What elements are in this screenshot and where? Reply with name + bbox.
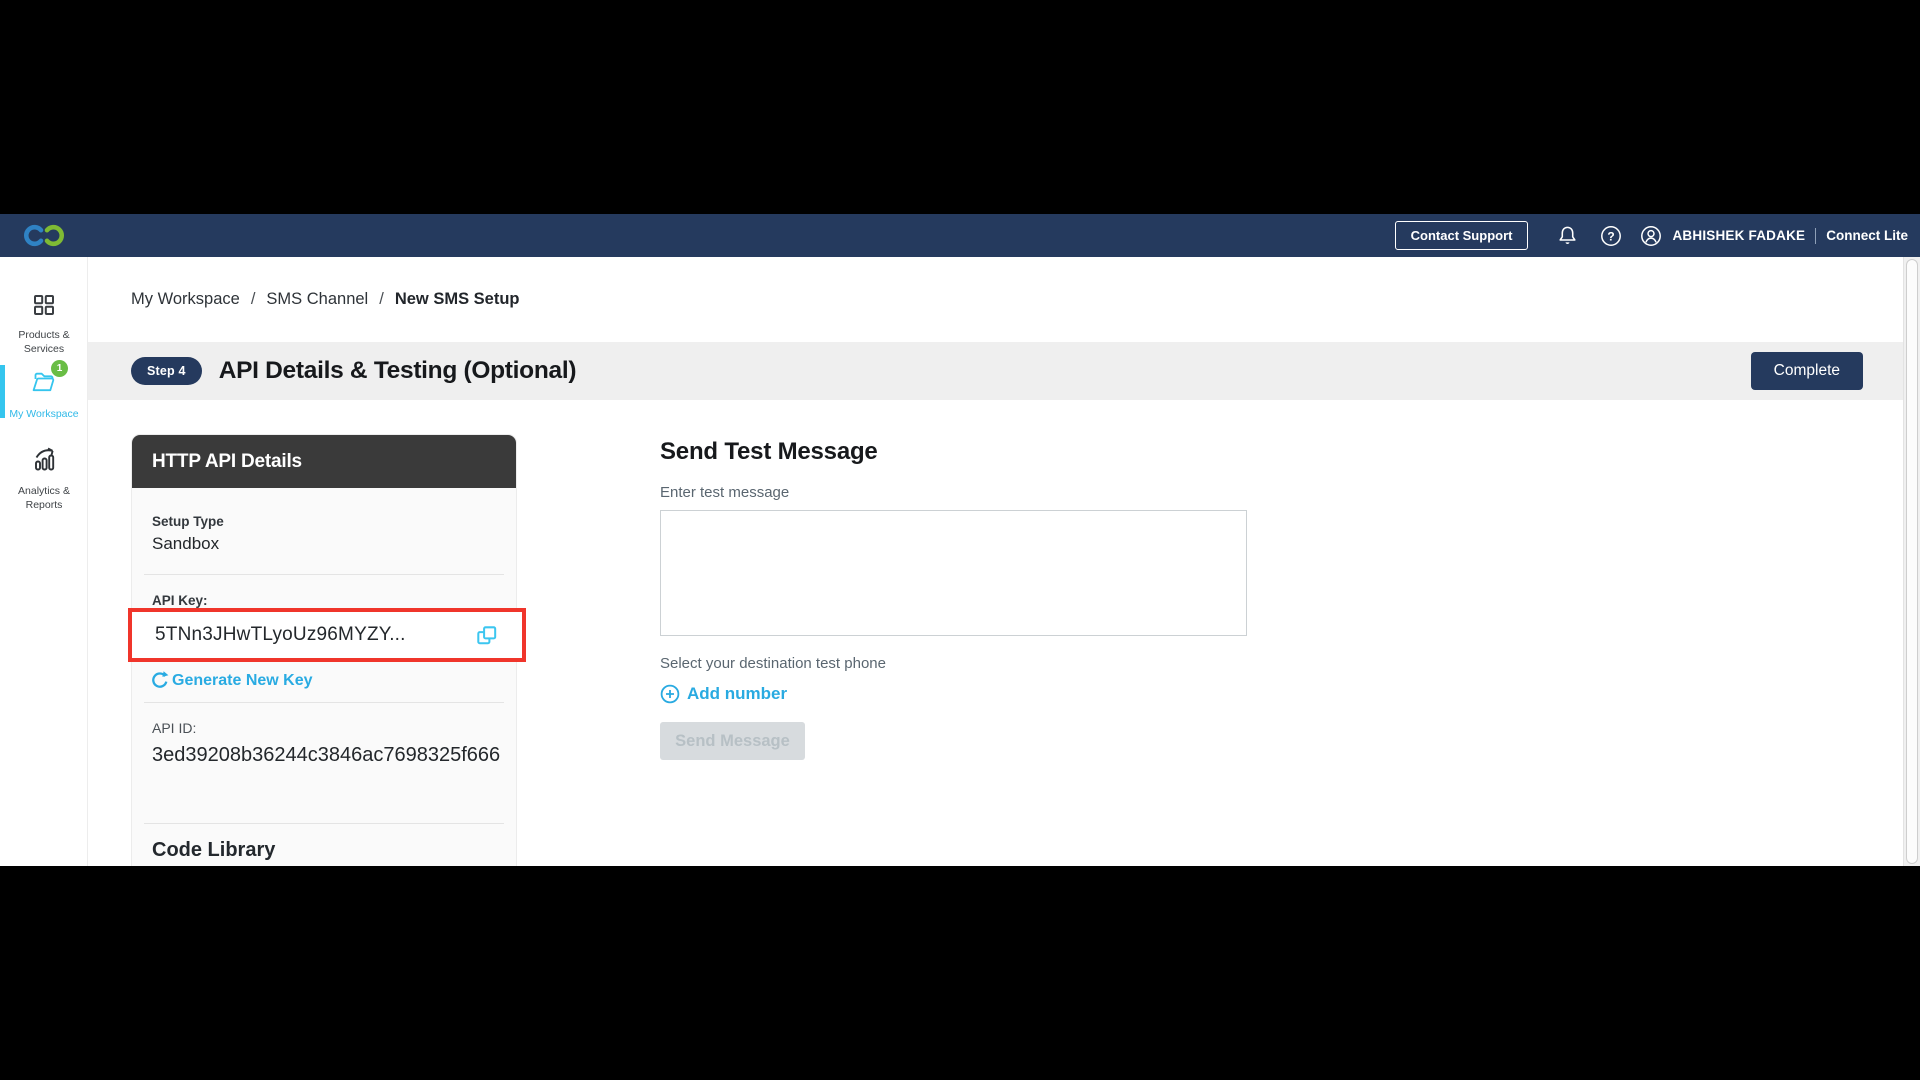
destination-phone-label: Select your destination test phone [660, 655, 886, 672]
breadcrumb: My Workspace / SMS Channel / New SMS Set… [131, 290, 520, 309]
api-key-label: API Key: [152, 593, 208, 608]
generate-new-key-link[interactable]: Generate New Key [149, 670, 313, 691]
user-name[interactable]: ABHISHEK FADAKE [1672, 228, 1805, 243]
add-number-label: Add number [687, 684, 787, 704]
breadcrumb-current-page: New SMS Setup [395, 290, 520, 309]
bar-chart-icon [30, 445, 59, 479]
step-header-bar: Step 4 API Details & Testing (Optional) … [88, 342, 1903, 400]
plan-name: Connect Lite [1826, 228, 1908, 243]
folder-icon [29, 384, 59, 401]
vertical-scrollbar [1903, 257, 1920, 866]
breadcrumb-separator: / [379, 290, 384, 309]
header-divider [1815, 228, 1816, 244]
complete-button[interactable]: Complete [1751, 352, 1863, 390]
sidebar-item-label: Products & Services [7, 329, 81, 356]
user-avatar-icon[interactable] [1638, 223, 1664, 249]
setup-type-label: Setup Type [152, 514, 224, 529]
sidebar-item-products-services[interactable]: Products & Services [0, 292, 88, 356]
content-area: Products & Services 1 My Workspace [0, 257, 1920, 866]
http-api-details-panel: HTTP API Details Setup Type Sandbox API … [131, 434, 517, 866]
sidebar-item-label: My Workspace [7, 408, 81, 422]
send-message-button[interactable]: Send Message [660, 722, 805, 760]
sidebar-item-analytics-reports[interactable]: Analytics & Reports [0, 445, 88, 512]
api-key-highlight-box: 5TNn3JHwTLyoUz96MYZY... [128, 608, 526, 662]
sidebar-item-label: Analytics & Reports [7, 485, 81, 512]
step-badge: Step 4 [131, 357, 202, 385]
panel-header: HTTP API Details [132, 435, 516, 488]
app-header: Contact Support ? [0, 214, 1920, 257]
code-library-heading: Code Library [152, 839, 275, 862]
refresh-icon [149, 670, 170, 691]
notifications-bell-icon[interactable] [1554, 223, 1580, 249]
setup-type-value: Sandbox [152, 534, 219, 554]
breadcrumb-my-workspace[interactable]: My Workspace [131, 290, 240, 309]
breadcrumb-sms-channel[interactable]: SMS Channel [266, 290, 368, 309]
generate-new-key-label: Generate New Key [172, 672, 313, 690]
divider [144, 574, 504, 575]
divider [144, 823, 504, 824]
grid-icon [31, 292, 57, 323]
add-number-link[interactable]: Add number [660, 684, 787, 704]
workspace-count-badge: 1 [51, 360, 68, 377]
brand-logo-icon [22, 222, 66, 249]
contact-support-button[interactable]: Contact Support [1395, 221, 1529, 250]
api-key-value: 5TNn3JHwTLyoUz96MYZY... [155, 624, 406, 646]
send-test-message-section: Send Test Message Enter test message Sel… [660, 438, 1250, 838]
api-id-value: 3ed39208b36244c3846ac7698325f666 [152, 741, 502, 770]
breadcrumb-separator: / [251, 290, 256, 309]
test-message-label: Enter test message [660, 484, 789, 501]
app-screen: Contact Support ? [0, 0, 1920, 1080]
copy-icon[interactable] [473, 622, 500, 649]
main-panel: My Workspace / SMS Channel / New SMS Set… [88, 257, 1903, 866]
help-icon[interactable]: ? [1598, 223, 1624, 249]
svg-text:?: ? [1608, 229, 1615, 243]
page-title: API Details & Testing (Optional) [219, 357, 576, 385]
test-message-input[interactable] [660, 510, 1247, 636]
sidebar: Products & Services 1 My Workspace [0, 257, 88, 866]
sidebar-item-my-workspace[interactable]: 1 My Workspace [0, 367, 88, 422]
panel-title: HTTP API Details [152, 451, 302, 473]
api-id-label: API ID: [152, 720, 196, 736]
section-title: Send Test Message [660, 438, 878, 466]
divider [144, 702, 504, 703]
scrollbar-thumb[interactable] [1906, 259, 1918, 864]
plus-circle-icon [660, 684, 680, 704]
